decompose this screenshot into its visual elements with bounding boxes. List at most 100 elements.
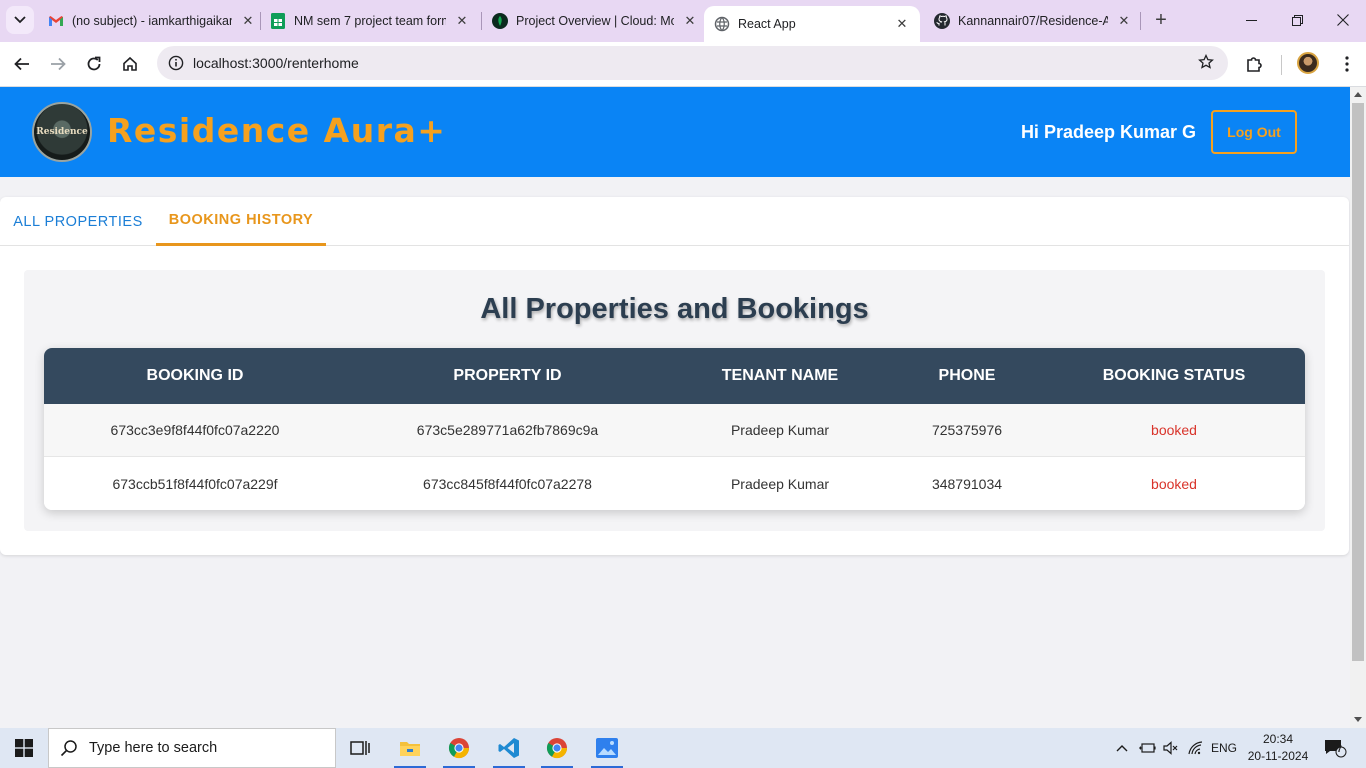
forward-button[interactable] xyxy=(44,50,72,78)
scroll-up-arrow-icon[interactable] xyxy=(1354,92,1362,97)
network-tray-button[interactable] xyxy=(1184,728,1208,768)
tab-all-properties[interactable]: ALL PROPERTIES xyxy=(0,197,156,246)
arrow-left-icon xyxy=(14,57,29,71)
language-indicator[interactable]: ENG xyxy=(1208,728,1240,768)
renter-content-card: ALL PROPERTIES BOOKING HISTORY All Prope… xyxy=(0,197,1349,555)
bookings-table: BOOKING ID PROPERTY ID TENANT NAME PHONE… xyxy=(44,348,1305,510)
taskbar-clock[interactable]: 20:34 20-11-2024 xyxy=(1238,731,1318,765)
tab-separator xyxy=(1140,12,1141,30)
table-row: 673ccb51f8f44f0fc07a229f 673cc845f8f44f0… xyxy=(44,457,1305,510)
page-title: All Properties and Bookings xyxy=(480,293,869,325)
user-greeting: Hi Pradeep Kumar G xyxy=(1020,122,1196,142)
restore-button[interactable] xyxy=(1274,0,1320,40)
notification-center-button[interactable]: 7 xyxy=(1318,728,1352,768)
tab-search-button[interactable] xyxy=(6,6,34,34)
tab-title: React App xyxy=(738,17,796,31)
taskbar-photos[interactable] xyxy=(584,728,630,768)
profile-avatar[interactable] xyxy=(1297,52,1319,74)
close-icon[interactable]: ✕ xyxy=(1116,13,1132,29)
page-scrollbar[interactable] xyxy=(1350,87,1366,728)
app-header: Residence Residence Aura+ Hi Pradeep Kum… xyxy=(0,87,1350,177)
notification-count-badge: 7 xyxy=(1337,744,1343,754)
battery-tray-button[interactable] xyxy=(1136,728,1158,768)
tab-separator xyxy=(481,12,482,30)
browser-tab-github[interactable]: Kannannair07/Residence-Aura ✕ xyxy=(934,6,1132,36)
browser-toolbar: localhost:3000/renterhome xyxy=(0,42,1366,87)
taskbar-search-box[interactable]: Type here to search xyxy=(48,728,336,768)
browser-menu-button[interactable] xyxy=(1334,51,1360,77)
new-tab-button[interactable]: + xyxy=(1150,9,1172,31)
scrollbar-thumb[interactable] xyxy=(1352,103,1364,661)
chrome-icon xyxy=(448,738,470,759)
chrome-icon xyxy=(546,738,568,759)
chevron-up-icon xyxy=(1116,745,1128,752)
home-button[interactable] xyxy=(116,50,144,78)
close-window-button[interactable] xyxy=(1320,0,1366,40)
wifi-icon xyxy=(1188,741,1203,755)
close-icon[interactable]: ✕ xyxy=(894,16,910,32)
tab-title: Project Overview | Cloud: MongoDB xyxy=(516,14,674,28)
browser-tab-sheets[interactable]: NM sem 7 project team formation ✕ xyxy=(270,6,470,36)
tab-title: (no subject) - iamkarthigaikannan@gmail.… xyxy=(72,14,232,28)
tab-booking-history[interactable]: BOOKING HISTORY xyxy=(156,197,326,246)
close-icon[interactable]: ✕ xyxy=(454,13,470,29)
address-bar[interactable]: localhost:3000/renterhome xyxy=(157,46,1228,80)
reload-button[interactable] xyxy=(80,50,108,78)
brand-title: Residence Aura+ xyxy=(107,111,447,150)
tenant-name-cell: Pradeep Kumar xyxy=(730,422,830,438)
windows-logo-icon xyxy=(15,739,33,757)
close-icon xyxy=(1337,14,1349,26)
tab-separator xyxy=(260,12,261,30)
booking-status-cell: booked xyxy=(1151,475,1197,492)
taskbar-vscode[interactable] xyxy=(486,728,532,768)
photos-icon xyxy=(596,738,618,758)
site-info-icon[interactable] xyxy=(159,46,193,80)
booking-history-panel: All Properties and Bookings BOOKING ID P… xyxy=(24,270,1325,531)
extensions-button[interactable] xyxy=(1241,51,1267,77)
taskbar-chrome-2[interactable] xyxy=(534,728,580,768)
phone-cell: 725375976 xyxy=(931,422,1003,438)
vscode-icon xyxy=(498,738,519,758)
column-header-phone: PHONE xyxy=(938,367,996,384)
volume-tray-button[interactable] xyxy=(1160,728,1182,768)
booking-status-cell: booked xyxy=(1151,422,1197,438)
task-view-button[interactable] xyxy=(337,728,383,768)
close-icon[interactable]: ✕ xyxy=(240,13,256,29)
property-id-cell: 673cc845f8f44f0fc07a2278 xyxy=(423,475,592,492)
tenant-name-cell: Pradeep Kumar xyxy=(730,475,830,492)
minimize-button[interactable] xyxy=(1228,0,1274,40)
toolbar-divider xyxy=(1281,55,1282,75)
page-viewport: Residence Residence Aura+ Hi Pradeep Kum… xyxy=(0,87,1350,728)
taskbar-file-explorer[interactable] xyxy=(387,728,433,768)
puzzle-icon xyxy=(1247,57,1262,72)
back-button[interactable] xyxy=(8,50,36,78)
browser-tab-gmail[interactable]: (no subject) - iamkarthigaikannan@gmail.… xyxy=(48,6,256,36)
speaker-muted-icon xyxy=(1163,741,1178,755)
url-text: localhost:3000/renterhome xyxy=(193,55,359,71)
browser-tab-mongodb[interactable]: Project Overview | Cloud: MongoDB ✕ xyxy=(492,6,698,36)
arrow-right-icon xyxy=(51,57,66,71)
taskbar-chrome[interactable] xyxy=(436,728,482,768)
search-icon xyxy=(49,739,89,757)
chevron-down-icon xyxy=(14,16,26,24)
clock-date: 20-11-2024 xyxy=(1247,749,1309,763)
browser-tab-strip: (no subject) - iamkarthigaikannan@gmail.… xyxy=(0,0,1366,42)
windows-taskbar: Type here to search ENG 20:34 20-11-2024 xyxy=(0,728,1366,768)
residence-aura-logo: Residence xyxy=(32,102,92,162)
column-header-tenant-name: TENANT NAME xyxy=(721,367,839,384)
start-button[interactable] xyxy=(0,728,48,768)
github-icon xyxy=(934,13,950,29)
bookmark-star-icon[interactable] xyxy=(1198,53,1214,75)
close-icon[interactable]: ✕ xyxy=(682,13,698,29)
home-icon xyxy=(123,56,137,71)
logout-button[interactable]: Log Out xyxy=(1211,110,1297,154)
booking-id-cell: 673cc3e9f8f44f0fc07a2220 xyxy=(110,422,280,438)
show-hidden-icons-button[interactable] xyxy=(1112,728,1132,768)
browser-tab-react-app[interactable]: React App ✕ xyxy=(704,6,920,42)
column-header-booking-id: BOOKING ID xyxy=(146,367,244,384)
column-header-booking-status: BOOKING STATUS xyxy=(1102,367,1246,384)
column-header-property-id: PROPERTY ID xyxy=(453,367,562,384)
table-header: BOOKING ID PROPERTY ID TENANT NAME PHONE… xyxy=(44,348,1305,404)
globe-icon xyxy=(714,16,730,32)
scroll-down-arrow-icon[interactable] xyxy=(1354,717,1362,722)
